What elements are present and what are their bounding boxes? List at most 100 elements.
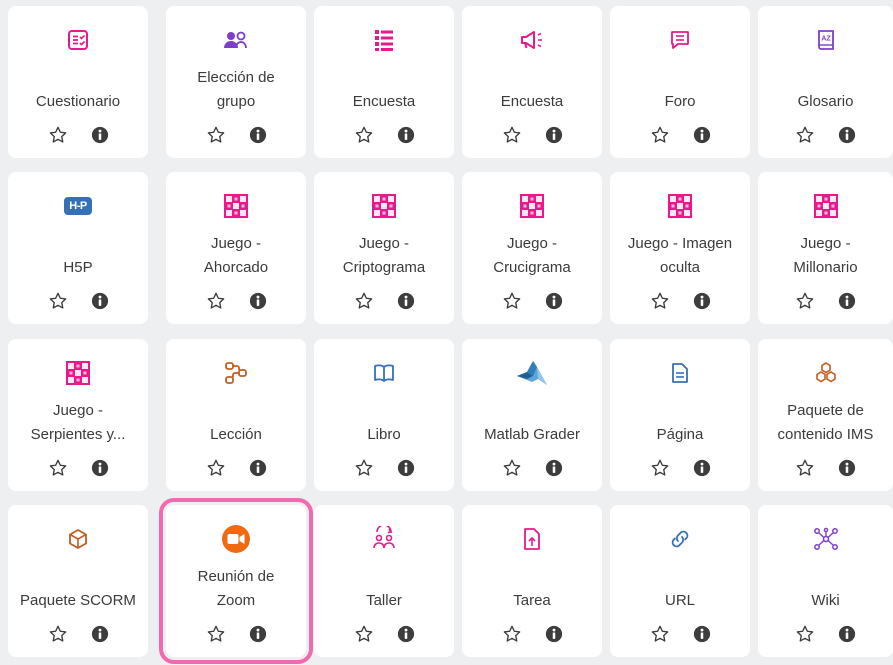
info-icon[interactable]	[91, 292, 109, 310]
star-icon[interactable]	[502, 291, 522, 311]
star-icon[interactable]	[650, 291, 670, 311]
tile-actions	[166, 623, 306, 645]
star-icon[interactable]	[48, 458, 68, 478]
activity-tile-juego-imagen-oculta[interactable]: Juego - Imagen oculta	[610, 172, 750, 324]
game-board-icon	[314, 191, 454, 221]
activity-tile-juego-crucigrama[interactable]: Juego - Crucigrama	[462, 172, 602, 324]
star-icon[interactable]	[206, 458, 226, 478]
tile-label: Matlab Grader	[464, 395, 600, 447]
activity-tile-juego-ahorcado[interactable]: Juego - Ahorcado	[166, 172, 306, 324]
info-icon[interactable]	[693, 459, 711, 477]
activity-tile-encuesta-2[interactable]: Encuesta	[462, 6, 602, 158]
tile-label: Taller	[316, 561, 452, 613]
star-icon[interactable]	[502, 458, 522, 478]
info-icon[interactable]	[249, 292, 267, 310]
zoom-camera-icon	[166, 524, 306, 554]
info-icon[interactable]	[545, 459, 563, 477]
activity-tile-foro[interactable]: Foro	[610, 6, 750, 158]
activity-tile-juego-millonario[interactable]: Juego - Millonario	[758, 172, 893, 324]
star-icon[interactable]	[354, 291, 374, 311]
activity-chooser-grid: Cuestionario Elección de grupo Encuesta	[0, 0, 893, 665]
game-board-icon	[610, 191, 750, 221]
star-icon[interactable]	[502, 125, 522, 145]
info-icon[interactable]	[91, 459, 109, 477]
activity-tile-wiki[interactable]: Wiki	[758, 505, 893, 657]
tile-label-line: Crucigrama	[493, 259, 571, 276]
star-icon[interactable]	[354, 624, 374, 644]
info-icon[interactable]	[693, 126, 711, 144]
activity-tile-pagina[interactable]: Página	[610, 339, 750, 491]
star-icon[interactable]	[48, 291, 68, 311]
activity-tile-cuestionario[interactable]: Cuestionario	[8, 6, 148, 158]
matlab-icon	[462, 358, 602, 388]
star-icon[interactable]	[48, 125, 68, 145]
star-icon[interactable]	[206, 291, 226, 311]
activity-tile-juego-criptograma[interactable]: Juego - Criptograma	[314, 172, 454, 324]
tile-label-line: Juego -	[358, 235, 410, 252]
info-icon[interactable]	[693, 292, 711, 310]
activity-tile-taller[interactable]: Taller	[314, 505, 454, 657]
star-icon[interactable]	[795, 291, 815, 311]
star-icon[interactable]	[650, 125, 670, 145]
game-board-icon	[8, 358, 148, 388]
star-icon[interactable]	[650, 624, 670, 644]
star-icon[interactable]	[354, 458, 374, 478]
activity-tile-h5p[interactable]: H-P H5P	[8, 172, 148, 324]
activity-tile-glosario[interactable]: AZ Glosario	[758, 6, 893, 158]
tile-label-line: Juego - Imagen	[627, 235, 733, 252]
tile-label-line: Paquete SCORM	[20, 592, 136, 609]
tile-label-line: Wiki	[811, 592, 840, 609]
star-icon[interactable]	[354, 125, 374, 145]
tile-label-line: Reunión de	[197, 568, 275, 585]
activity-tile-leccion[interactable]: Lección	[166, 339, 306, 491]
tile-label-line: oculta	[659, 259, 701, 276]
tile-label-line: Tarea	[513, 592, 551, 609]
info-icon[interactable]	[91, 625, 109, 643]
star-icon[interactable]	[795, 458, 815, 478]
star-icon[interactable]	[48, 624, 68, 644]
glossary-book-icon: AZ	[758, 25, 893, 55]
info-icon[interactable]	[397, 126, 415, 144]
star-icon[interactable]	[650, 458, 670, 478]
info-icon[interactable]	[249, 459, 267, 477]
info-icon[interactable]	[838, 625, 856, 643]
info-icon[interactable]	[397, 459, 415, 477]
activity-tile-encuesta-1[interactable]: Encuesta	[314, 6, 454, 158]
chat-bubble-icon	[610, 25, 750, 55]
activity-tile-paquete-scorm[interactable]: Paquete SCORM	[8, 505, 148, 657]
star-icon[interactable]	[795, 125, 815, 145]
activity-tile-tarea[interactable]: Tarea	[462, 505, 602, 657]
info-icon[interactable]	[693, 625, 711, 643]
info-icon[interactable]	[91, 126, 109, 144]
activity-tile-paquete-ims[interactable]: Paquete de contenido IMS	[758, 339, 893, 491]
info-icon[interactable]	[838, 292, 856, 310]
tile-label-line: Cuestionario	[35, 93, 121, 110]
tile-label-line: Encuesta	[352, 93, 416, 110]
tile-label-line: Lección	[210, 426, 262, 443]
info-icon[interactable]	[838, 459, 856, 477]
activity-tile-eleccion-de-grupo[interactable]: Elección de grupo	[166, 6, 306, 158]
activity-tile-libro[interactable]: Libro	[314, 339, 454, 491]
star-icon[interactable]	[206, 624, 226, 644]
star-icon[interactable]	[502, 624, 522, 644]
info-icon[interactable]	[545, 292, 563, 310]
info-icon[interactable]	[838, 126, 856, 144]
info-icon[interactable]	[545, 126, 563, 144]
info-icon[interactable]	[249, 625, 267, 643]
tile-label: Juego - Imagen oculta	[612, 228, 748, 280]
info-icon[interactable]	[397, 625, 415, 643]
info-icon[interactable]	[545, 625, 563, 643]
star-icon[interactable]	[795, 624, 815, 644]
assignment-upload-icon	[462, 524, 602, 554]
activity-tile-reunion-zoom[interactable]: Reunión de Zoom	[159, 498, 313, 664]
activity-tile-matlab-grader[interactable]: Matlab Grader	[462, 339, 602, 491]
info-icon[interactable]	[249, 126, 267, 144]
star-icon[interactable]	[206, 125, 226, 145]
tile-label: Glosario	[760, 62, 891, 114]
info-icon[interactable]	[397, 292, 415, 310]
tile-actions	[314, 457, 454, 479]
activity-tile-juego-serpientes[interactable]: Juego - Serpientes y...	[8, 339, 148, 491]
tile-label-line: Juego -	[800, 235, 851, 252]
tile-label-line: grupo	[216, 93, 256, 110]
activity-tile-url[interactable]: URL	[610, 505, 750, 657]
